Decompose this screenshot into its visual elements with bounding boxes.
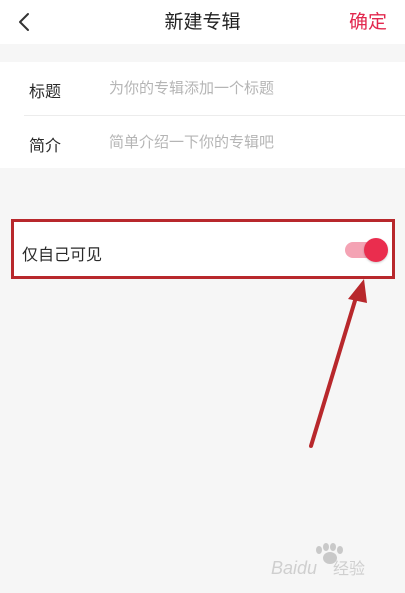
arrow-shaft (309, 292, 359, 448)
title-label: 标题 (29, 82, 62, 101)
page-title: 新建专辑 (164, 11, 241, 33)
chevron-left-icon (19, 13, 29, 31)
header-bar: 新建专辑 确定 (0, 0, 405, 44)
album-form: 标题 简介 (0, 62, 405, 168)
privacy-row: 仅自己可见 (11, 219, 395, 279)
intro-row: 简介 (0, 116, 405, 168)
privacy-label: 仅自己可见 (22, 245, 103, 264)
svg-text:经验: 经验 (333, 559, 365, 578)
arrow-head (348, 279, 367, 303)
intro-label: 简介 (29, 136, 62, 155)
title-input[interactable] (109, 74, 389, 102)
svg-text:Baidu: Baidu (271, 558, 317, 578)
back-button[interactable] (8, 6, 40, 38)
toggle-knob (364, 238, 388, 262)
privacy-toggle[interactable] (345, 238, 388, 262)
title-row: 标题 (0, 62, 405, 114)
intro-input[interactable] (109, 128, 389, 156)
baidu-watermark: Baidu 经验 (271, 543, 365, 578)
confirm-button[interactable]: 确定 (349, 7, 387, 34)
